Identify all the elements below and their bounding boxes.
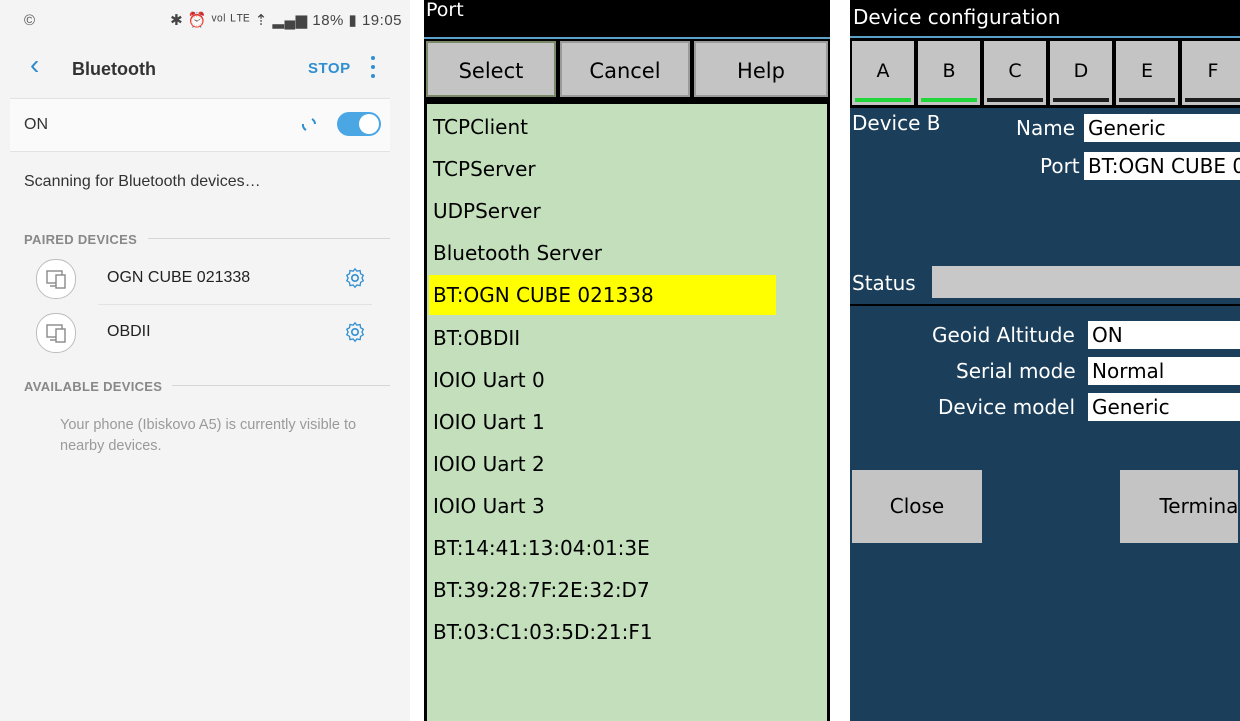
app-bar: ‹ Bluetooth STOP xyxy=(0,44,410,96)
gear-icon[interactable] xyxy=(344,321,366,343)
paired-device-obdii[interactable]: OBDII xyxy=(10,306,390,360)
status-field xyxy=(932,266,1240,298)
port-list[interactable]: TCPClient TCPServer UDPServer Bluetooth … xyxy=(427,104,827,721)
serial-mode-field[interactable]: Normal xyxy=(1088,357,1240,385)
bluetooth-toggle-switch[interactable] xyxy=(337,112,381,136)
paired-devices-header: PAIRED DEVICES xyxy=(24,232,138,247)
status-label: Status xyxy=(852,271,916,295)
terminal-button[interactable]: Terminal xyxy=(1120,470,1240,543)
bluetooth-settings-screen: © ✱ ⏰ ᵛᵒˡ ᴸᵀᴱ ⇡ ▂▄▆ 18% ▮ 19:05 ‹ Blueto… xyxy=(0,0,410,721)
page-title: Device configuration xyxy=(853,5,1061,29)
port-selection-screen: Port Select Cancel Help TCPClient TCPSer… xyxy=(424,0,830,721)
tab-device-b[interactable]: B xyxy=(918,41,980,105)
available-devices-header: AVAILABLE DEVICES xyxy=(24,379,163,394)
tab-device-d[interactable]: D xyxy=(1050,41,1112,105)
select-button[interactable]: Select xyxy=(426,41,556,97)
list-item[interactable]: BT:OBDII xyxy=(433,318,520,358)
tab-device-c[interactable]: C xyxy=(984,41,1046,105)
list-item[interactable]: IOIO Uart 1 xyxy=(433,402,545,442)
name-label: Name xyxy=(1016,116,1076,140)
stop-scan-button[interactable]: STOP xyxy=(308,60,351,77)
title-bar: Device configuration xyxy=(850,0,1240,38)
list-item[interactable]: TCPServer xyxy=(433,149,536,189)
back-arrow-icon[interactable]: ‹ xyxy=(30,51,54,79)
title-divider xyxy=(424,37,830,39)
visibility-notice: Your phone (Ibiskovo A5) is currently vi… xyxy=(60,417,357,454)
port-label: Port xyxy=(1040,154,1080,178)
device-model-field[interactable]: Generic xyxy=(1088,393,1240,421)
list-item[interactable]: BT:39:28:7F:2E:32:D7 xyxy=(433,570,650,610)
list-item-selected[interactable]: BT:OGN CUBE 021338 xyxy=(429,275,776,315)
device-name: OGN CUBE 021338 xyxy=(107,269,251,286)
tab-device-f[interactable]: F xyxy=(1182,41,1240,105)
help-button[interactable]: Help xyxy=(694,41,828,97)
device-model-label: Device model xyxy=(938,395,1076,419)
terminal-button-label: Terminal xyxy=(1159,494,1240,518)
page-title: Port xyxy=(426,0,464,21)
status-bar-indicators: ✱ ⏰ ᵛᵒˡ ᴸᵀᴱ ⇡ ▂▄▆ 18% ▮ 19:05 xyxy=(170,12,402,29)
tab-active-indicator xyxy=(921,98,977,102)
gear-icon[interactable] xyxy=(344,267,366,289)
name-field[interactable]: Generic xyxy=(1084,114,1240,142)
tab-indicator xyxy=(1053,98,1109,102)
tab-device-e[interactable]: E xyxy=(1116,41,1178,105)
tab-active-indicator xyxy=(855,98,911,102)
section-divider xyxy=(148,238,390,239)
bluetooth-toggle-row[interactable]: ON xyxy=(10,98,390,152)
more-options-icon[interactable] xyxy=(368,56,378,82)
tab-indicator xyxy=(1185,98,1240,102)
list-item[interactable]: TCPClient xyxy=(433,107,528,147)
section-divider xyxy=(172,385,390,386)
geoid-altitude-field[interactable]: ON xyxy=(1088,321,1240,349)
status-bar: © ✱ ⏰ ᵛᵒˡ ᴸᵀᴱ ⇡ ▂▄▆ 18% ▮ 19:05 xyxy=(0,0,410,40)
device-name: OBDII xyxy=(107,323,151,340)
page-title: Bluetooth xyxy=(72,59,156,79)
geoid-altitude-label: Geoid Altitude xyxy=(932,323,1075,347)
scanning-status-text: Scanning for Bluetooth devices… xyxy=(24,173,261,190)
bluetooth-state-label: ON xyxy=(24,116,48,133)
close-button[interactable]: Close xyxy=(852,470,982,543)
device-configuration-screen: Device configuration A B C D E F Device … xyxy=(850,0,1240,721)
list-item[interactable]: BT:03:C1:03:5D:21:F1 xyxy=(433,612,653,652)
list-item[interactable]: Bluetooth Server xyxy=(433,233,602,273)
list-item[interactable]: BT:14:41:13:04:01:3E xyxy=(433,528,650,568)
list-item[interactable]: UDPServer xyxy=(433,191,541,231)
list-item[interactable]: IOIO Uart 0 xyxy=(433,360,545,400)
tab-indicator xyxy=(1119,98,1175,102)
device-divider xyxy=(98,304,372,305)
serial-mode-label: Serial mode xyxy=(956,359,1076,383)
device-label: Device B xyxy=(852,111,941,135)
device-icon xyxy=(36,259,76,299)
tab-device-a[interactable]: A xyxy=(852,41,914,105)
list-item[interactable]: IOIO Uart 2 xyxy=(433,444,545,484)
tab-indicator xyxy=(987,98,1043,102)
paired-device-ogn-cube[interactable]: OGN CUBE 021338 xyxy=(10,252,390,306)
cancel-button[interactable]: Cancel xyxy=(560,41,690,97)
samsung-notification-icon: © xyxy=(24,12,36,29)
device-icon xyxy=(36,313,76,353)
scanning-spinner-icon xyxy=(301,118,316,131)
port-field[interactable]: BT:OGN CUBE 021338 xyxy=(1084,152,1240,180)
list-item[interactable]: IOIO Uart 3 xyxy=(433,486,545,526)
